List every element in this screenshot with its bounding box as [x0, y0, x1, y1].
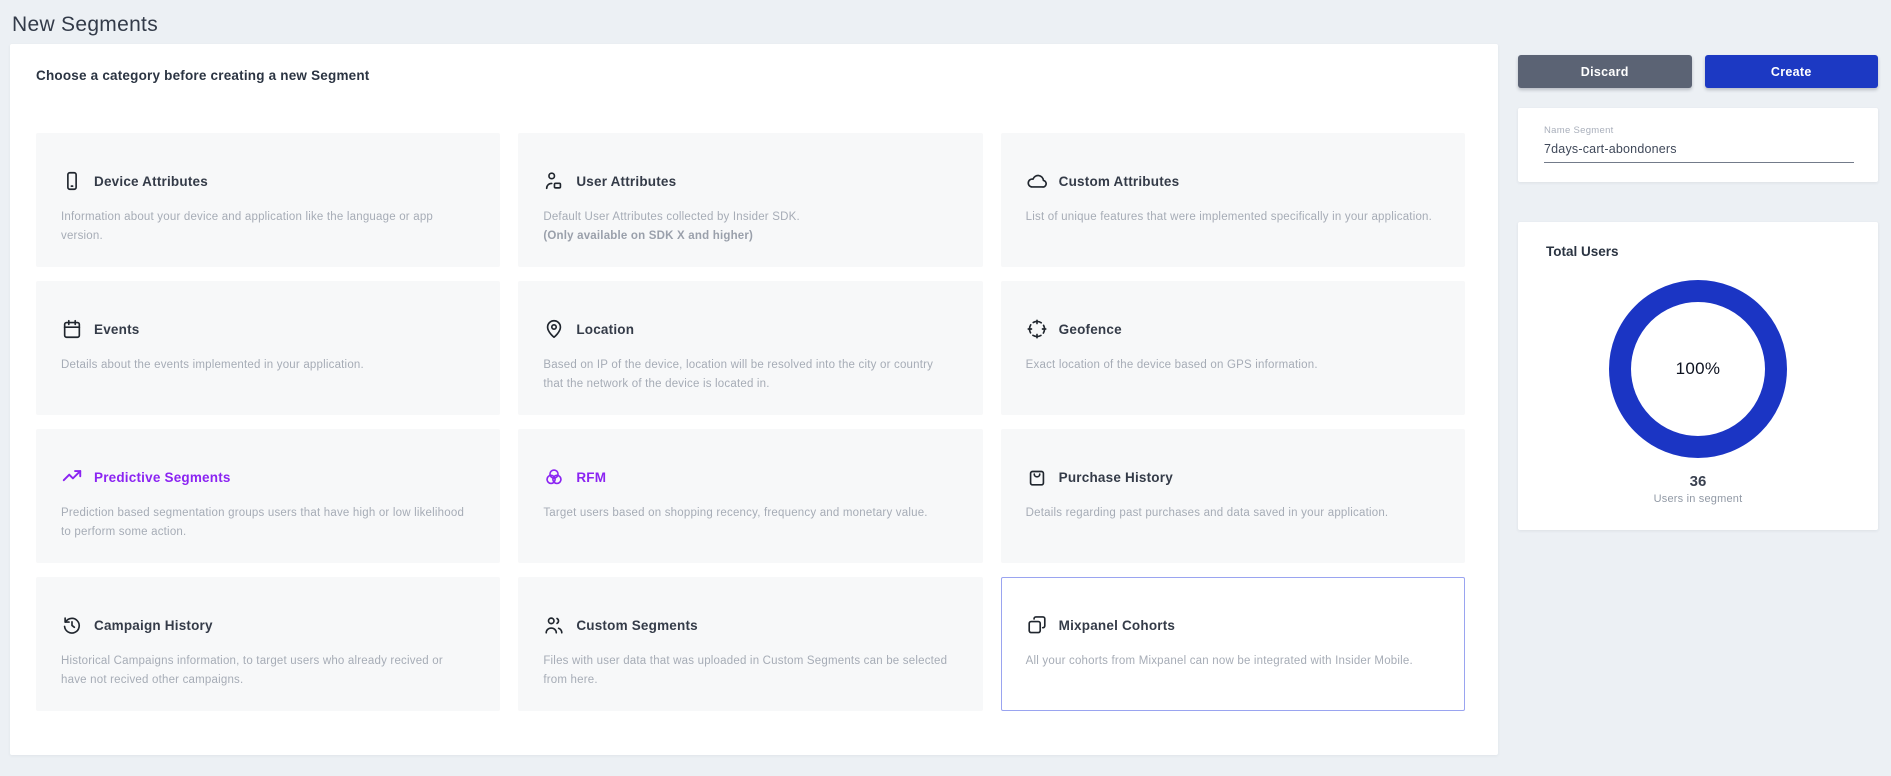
users-count: 36 [1518, 473, 1878, 490]
category-description: Details about the events implemented in … [61, 356, 471, 375]
user-icon [543, 170, 565, 192]
category-card-header: Device Attributes [61, 170, 471, 192]
name-segment-card: Name Segment [1518, 108, 1878, 182]
mobile-icon [61, 170, 83, 192]
category-card-header: Custom Attributes [1026, 170, 1436, 192]
category-title: Custom Attributes [1059, 174, 1180, 189]
geofence-target-icon [1026, 318, 1048, 340]
category-card-location[interactable]: Location Based on IP of the device, locat… [518, 281, 982, 415]
category-description: Prediction based segmentation groups use… [61, 504, 471, 542]
category-grid: Device Attributes Information about your … [36, 133, 1465, 711]
category-title: Custom Segments [576, 618, 698, 633]
category-title: Events [94, 322, 139, 337]
total-users-donut: 100% [1598, 269, 1798, 469]
category-description: Target users based on shopping recency, … [543, 504, 953, 523]
donut-percent-label: 100% [1598, 269, 1798, 469]
users-caption: Users in segment [1518, 493, 1878, 505]
cloud-icon [1026, 170, 1048, 192]
shopping-bag-icon [1026, 466, 1048, 488]
category-description: All your cohorts from Mixpanel can now b… [1026, 652, 1436, 671]
linked-squares-icon [1026, 614, 1048, 636]
category-card-device-attributes[interactable]: Device Attributes Information about your … [36, 133, 500, 267]
category-card-header: Predictive Segments [61, 466, 471, 488]
category-card-header: Purchase History [1026, 466, 1436, 488]
category-card-header: RFM [543, 466, 953, 488]
category-card-rfm[interactable]: RFM Target users based on shopping recenc… [518, 429, 982, 563]
users-group-icon [543, 614, 565, 636]
category-card-header: Events [61, 318, 471, 340]
location-pin-icon [543, 318, 565, 340]
category-description: Based on IP of the device, location will… [543, 356, 953, 394]
category-title: RFM [576, 470, 606, 485]
panel-subtitle: Choose a category before creating a new … [36, 68, 370, 83]
total-users-heading: Total Users [1546, 244, 1878, 259]
category-card-mixpanel-cohorts[interactable]: Mixpanel Cohorts All your cohorts from Mi… [1001, 577, 1465, 711]
name-segment-input[interactable] [1544, 142, 1854, 163]
category-title: Purchase History [1059, 470, 1173, 485]
category-description-note: (Only available on SDK X and higher) [543, 227, 953, 246]
category-card-events[interactable]: Events Details about the events implement… [36, 281, 500, 415]
category-description: Information about your device and applic… [61, 208, 471, 246]
category-description: Details regarding past purchases and dat… [1026, 504, 1436, 523]
category-description: List of unique features that were implem… [1026, 208, 1436, 227]
category-title: Predictive Segments [94, 470, 231, 485]
category-card-campaign-history[interactable]: Campaign History Historical Campaigns inf… [36, 577, 500, 711]
history-clock-icon [61, 614, 83, 636]
page-title: New Segments [12, 13, 158, 37]
category-card-geofence[interactable]: Geofence Exact location of the device bas… [1001, 281, 1465, 415]
category-card-purchase-history[interactable]: Purchase History Details regarding past p… [1001, 429, 1465, 563]
discard-button[interactable]: Discard [1518, 55, 1692, 88]
category-title: Location [576, 322, 634, 337]
create-button[interactable]: Create [1705, 55, 1879, 88]
category-card-header: Mixpanel Cohorts [1026, 614, 1436, 636]
category-card-header: Geofence [1026, 318, 1436, 340]
category-description: Default User Attributes collected by Ins… [543, 208, 953, 246]
category-title: Device Attributes [94, 174, 208, 189]
name-segment-label: Name Segment [1544, 125, 1856, 136]
action-buttons: Discard Create [1518, 55, 1878, 88]
category-title: User Attributes [576, 174, 676, 189]
category-card-custom-attributes[interactable]: Custom Attributes List of unique features… [1001, 133, 1465, 267]
trending-up-icon [61, 466, 83, 488]
category-description: Exact location of the device based on GP… [1026, 356, 1436, 375]
category-card-header: Campaign History [61, 614, 471, 636]
category-card-user-attributes[interactable]: User Attributes Default User Attributes c… [518, 133, 982, 267]
category-description: Historical Campaigns information, to tar… [61, 652, 471, 690]
category-card-predictive-segments[interactable]: Predictive Segments Prediction based segm… [36, 429, 500, 563]
category-title: Mixpanel Cohorts [1059, 618, 1175, 633]
total-users-card: Total Users 100% 36 Users in segment [1518, 222, 1878, 530]
category-description: Files with user data that was uploaded i… [543, 652, 953, 690]
main-panel: Choose a category before creating a new … [10, 44, 1498, 755]
category-card-custom-segments[interactable]: Custom Segments Files with user data that… [518, 577, 982, 711]
calendar-icon [61, 318, 83, 340]
category-title: Campaign History [94, 618, 213, 633]
category-card-header: Location [543, 318, 953, 340]
category-card-header: User Attributes [543, 170, 953, 192]
category-title: Geofence [1059, 322, 1122, 337]
venn-circles-icon [543, 466, 565, 488]
category-card-header: Custom Segments [543, 614, 953, 636]
